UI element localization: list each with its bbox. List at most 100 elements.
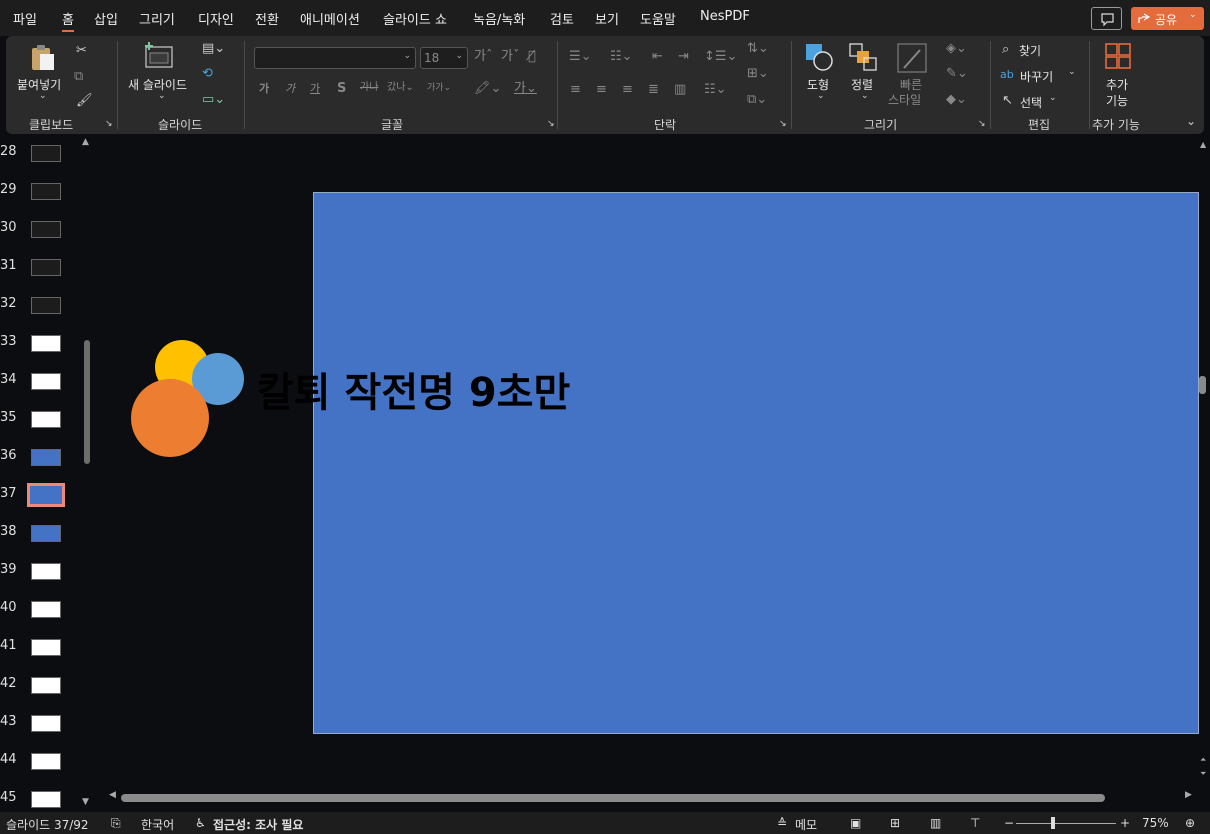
line-spacing-icon[interactable]: ↕☰⌄ (704, 50, 737, 63)
arrange-icon[interactable] (848, 42, 878, 72)
cut-icon[interactable]: ✂ (76, 44, 87, 57)
dialog-launcher-icon[interactable]: ↘ (978, 120, 986, 129)
dialog-launcher-icon[interactable]: ↘ (547, 120, 555, 129)
slide[interactable] (313, 192, 1199, 734)
chevron-down-icon[interactable]: ⌄ (39, 92, 47, 101)
share-button[interactable]: 공유 ⌄ (1131, 7, 1204, 30)
scroll-down-icon[interactable]: ▼ (82, 798, 89, 807)
slide-thumbnail[interactable] (31, 449, 61, 466)
find-button[interactable]: 찾기 (1019, 42, 1041, 59)
smartart-icon[interactable]: ⧉⌄ (747, 93, 767, 106)
scroll-right-icon[interactable]: ▶ (1185, 791, 1192, 800)
shapes-icon[interactable] (804, 42, 834, 72)
prev-slide-icon[interactable]: ⏶ (1200, 756, 1206, 764)
decrease-font-icon[interactable]: 가ˇ (501, 50, 519, 63)
distributed-icon[interactable]: ▥ (674, 83, 686, 96)
logo-circles[interactable] (128, 336, 248, 460)
change-case-icon[interactable]: 가가⌄ (427, 84, 451, 93)
tab-design[interactable]: 디자인 (198, 9, 234, 28)
slide-thumbnail[interactable] (31, 601, 61, 618)
chevron-down-icon[interactable]: ⌄ (1189, 10, 1197, 20)
numbering-icon[interactable]: ☷⌄ (610, 50, 633, 63)
slide-thumbnail[interactable] (31, 411, 61, 428)
zoom-out-icon[interactable]: − (1004, 816, 1014, 830)
slide-title[interactable]: 칼퇴 작전명 9초만 (257, 360, 570, 418)
highlight-icon[interactable]: 🖍⌄ (474, 82, 501, 95)
add-ins-icon[interactable] (1104, 42, 1132, 70)
spacing-icon[interactable]: 갔나⌄ (387, 83, 414, 93)
tab-file[interactable]: 파일 (13, 9, 37, 28)
chevron-down-icon[interactable]: ⌄ (1068, 68, 1076, 77)
tab-transitions[interactable]: 전환 (255, 9, 279, 28)
new-slide-icon[interactable] (144, 41, 174, 69)
font-color-icon[interactable]: 가⌄ (514, 82, 537, 95)
slide-thumbnail[interactable] (31, 677, 61, 694)
bold-icon[interactable]: 가 (259, 83, 269, 94)
add-ins-label-2[interactable]: 기능 (1106, 92, 1128, 109)
slide-thumbnail[interactable] (31, 335, 61, 352)
select-cursor-icon[interactable]: ↖ (1002, 94, 1013, 107)
align-text-icon[interactable]: ⊞⌄ (747, 67, 769, 80)
dialog-launcher-icon[interactable]: ↘ (105, 120, 113, 129)
slide-thumbnail[interactable] (31, 259, 61, 276)
slide-sorter-icon[interactable]: ⊞ (890, 816, 900, 830)
shape-effects-icon[interactable]: ◆⌄ (946, 93, 967, 106)
chevron-down-icon[interactable]: ⌄ (817, 92, 825, 101)
bullets-icon[interactable]: ☰⌄ (569, 50, 592, 63)
slide-thumbnail[interactable] (31, 791, 61, 808)
slide-thumbnail[interactable] (31, 753, 61, 770)
shadow-icon[interactable]: S (337, 82, 346, 95)
normal-view-icon[interactable]: ▣ (850, 816, 861, 830)
strikethrough-icon[interactable]: 가나 (360, 83, 378, 93)
align-right-icon[interactable]: ≡ (622, 83, 633, 96)
quick-styles-label-2[interactable]: 스타일 (888, 91, 921, 108)
scroll-up-icon[interactable]: ▲ (1200, 141, 1206, 149)
spellcheck-icon[interactable]: ⎘ (111, 816, 121, 831)
collapse-ribbon-icon[interactable]: ⌄ (1186, 115, 1196, 127)
chevron-down-icon[interactable]: ⌄ (158, 92, 166, 101)
shape-fill-icon[interactable]: ◈⌄ (946, 42, 967, 55)
paste-icon[interactable] (29, 44, 57, 72)
columns-icon[interactable]: ☷⌄ (704, 83, 727, 96)
italic-icon[interactable]: 가 (285, 83, 295, 94)
decrease-indent-icon[interactable]: ⇤ (652, 50, 663, 63)
slide-indicator[interactable]: 슬라이드 37/92 (6, 816, 89, 833)
replace-icon[interactable]: ab (1000, 69, 1014, 80)
tab-help[interactable]: 도움말 (640, 9, 676, 28)
scroll-up-icon[interactable]: ▲ (82, 138, 89, 147)
section-icon[interactable]: ▭⌄ (202, 93, 225, 106)
shape-outline-icon[interactable]: ✎⌄ (946, 67, 968, 80)
tab-review[interactable]: 검토 (550, 9, 574, 28)
slide-thumbnail[interactable] (31, 183, 61, 200)
layout-icon[interactable]: ▤⌄ (202, 42, 225, 55)
zoom-slider-thumb[interactable] (1051, 817, 1055, 829)
slide-thumbnail[interactable] (31, 373, 61, 390)
zoom-in-icon[interactable]: + (1120, 816, 1130, 830)
slide-thumbnail[interactable] (31, 525, 61, 542)
horizontal-scrollbar[interactable] (121, 794, 1105, 802)
replace-button[interactable]: 바꾸기 (1020, 68, 1053, 85)
select-button[interactable]: 선택 (1020, 94, 1042, 111)
tab-animations[interactable]: 애니메이션 (300, 9, 360, 28)
language-label[interactable]: 한국어 (141, 816, 174, 833)
text-direction-icon[interactable]: ⇅⌄ (747, 42, 769, 55)
copy-icon[interactable]: ⧉ (74, 70, 83, 83)
format-painter-icon[interactable]: 🖌 (76, 94, 93, 107)
clear-format-icon[interactable]: 가̸ (528, 50, 536, 63)
align-left-icon[interactable]: ≡ (570, 83, 581, 96)
accessibility-icon[interactable]: ♿ (195, 816, 206, 830)
zoom-slider[interactable] (1016, 823, 1116, 824)
tab-nespdf[interactable]: NesPDF (700, 9, 750, 24)
slide-thumbnail[interactable] (31, 145, 61, 162)
slide-thumbnail[interactable] (31, 639, 61, 656)
add-ins-label-1[interactable]: 추가 (1106, 76, 1128, 93)
underline-icon[interactable]: 가 (310, 83, 320, 94)
slideshow-icon[interactable]: ⊤ (970, 816, 980, 830)
thumbnail-scrollbar[interactable] (84, 340, 90, 464)
slide-thumbnail[interactable] (31, 221, 61, 238)
justify-icon[interactable]: ≣ (648, 83, 659, 96)
font-size-select[interactable]: 18 ⌄ (420, 47, 468, 69)
increase-indent-icon[interactable]: ⇥ (678, 50, 689, 63)
dialog-launcher-icon[interactable]: ↘ (779, 120, 787, 129)
increase-font-icon[interactable]: 가ˆ (474, 50, 492, 63)
